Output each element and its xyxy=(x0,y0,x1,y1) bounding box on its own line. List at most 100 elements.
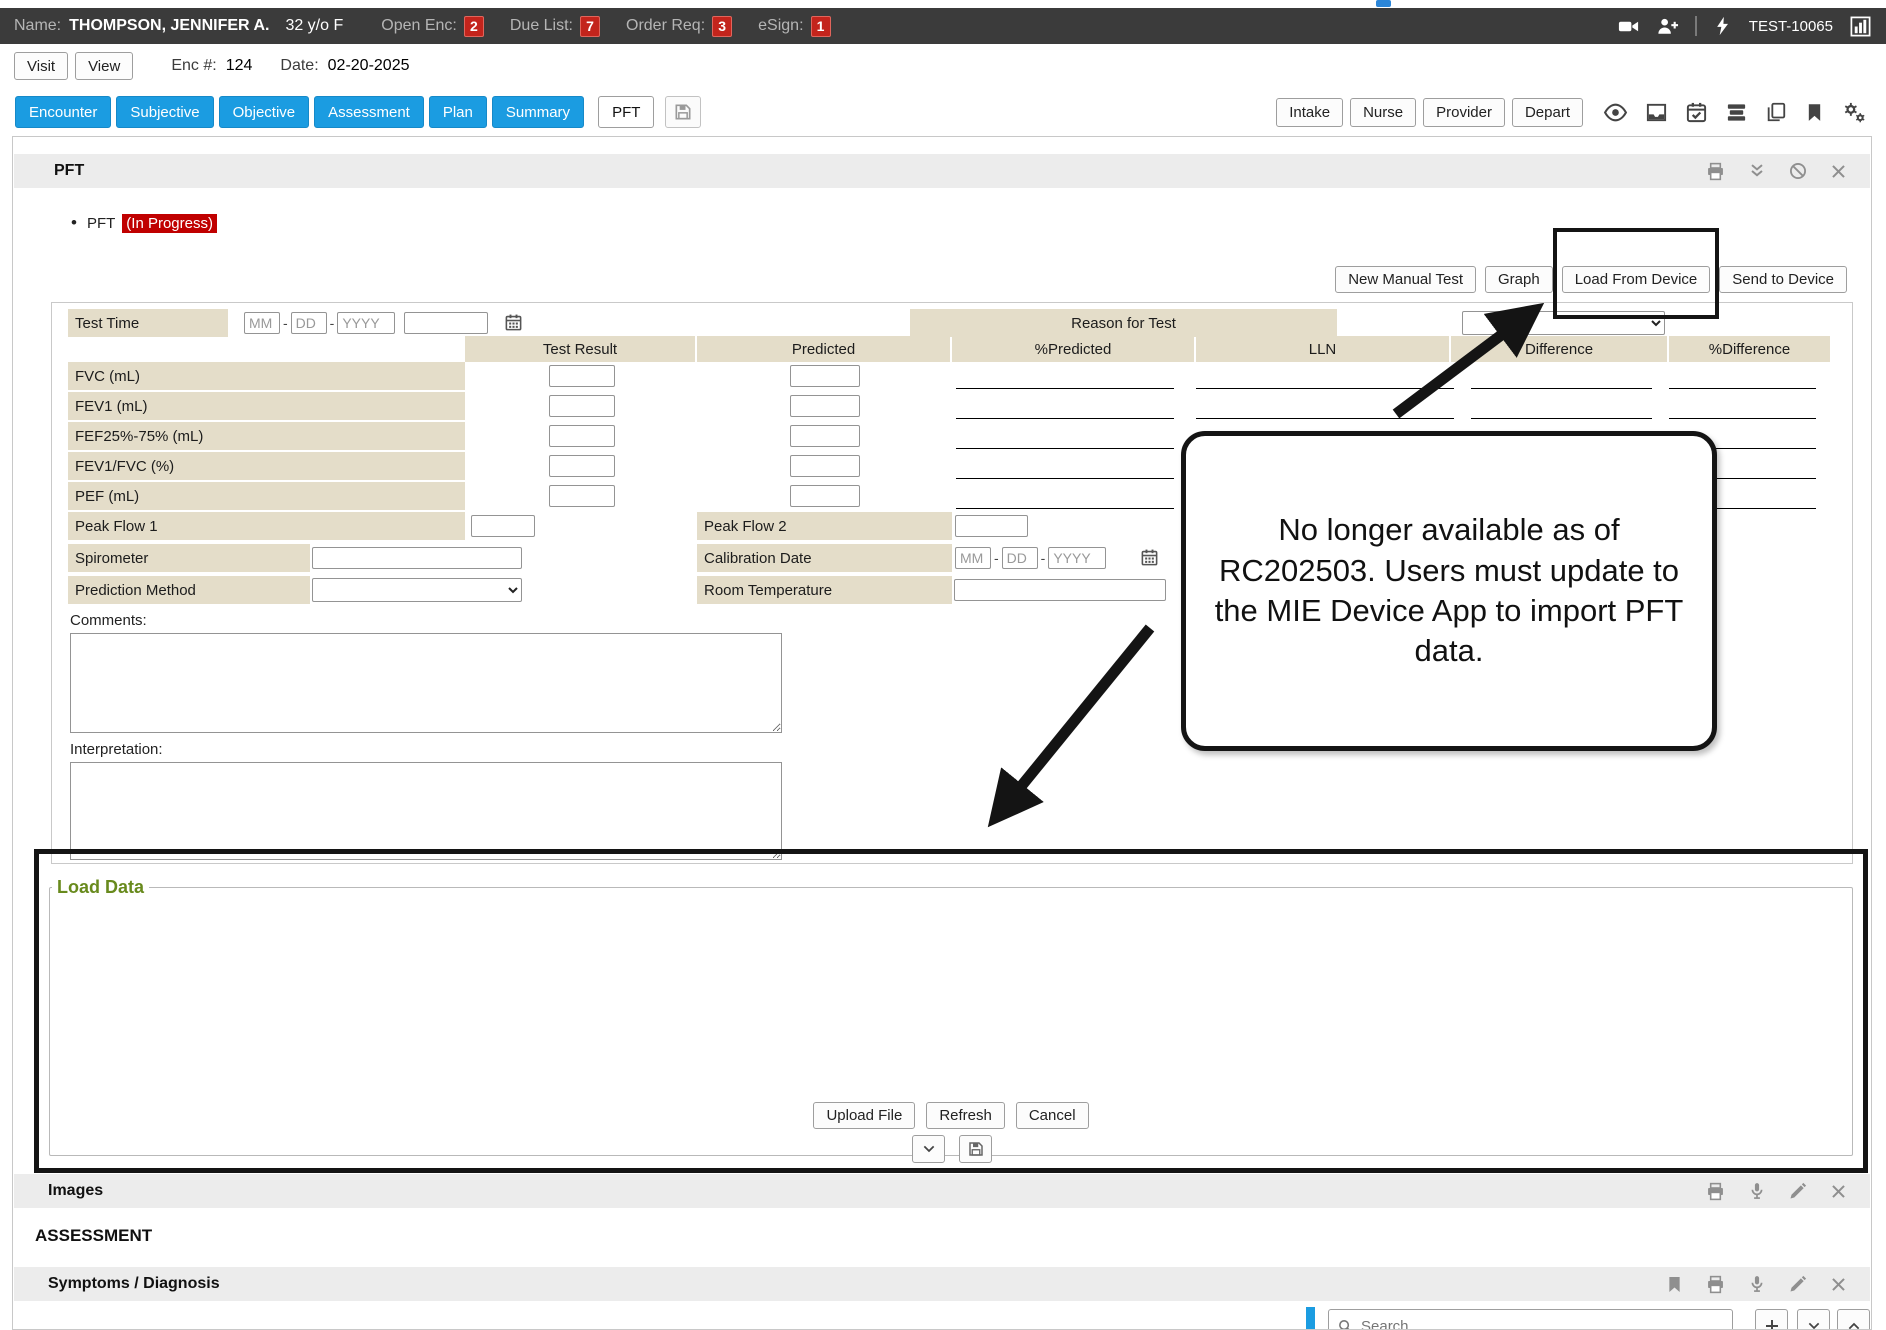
col-header-test-result: Test Result xyxy=(465,336,695,362)
pencil-icon[interactable] xyxy=(1788,1274,1808,1294)
fef-predicted-input[interactable] xyxy=(790,425,860,447)
visit-button[interactable]: Visit xyxy=(14,52,68,80)
graph-button[interactable]: Graph xyxy=(1485,266,1553,293)
test-time-dd-input[interactable] xyxy=(291,312,327,334)
print-icon[interactable] xyxy=(1705,161,1726,182)
due-list-badge[interactable]: 7 xyxy=(580,16,600,37)
load-from-device-button[interactable]: Load From Device xyxy=(1562,266,1711,293)
fef-test-result-input[interactable] xyxy=(549,425,615,447)
pef-predicted-input[interactable] xyxy=(790,485,860,507)
test-time-time-input[interactable] xyxy=(404,312,488,334)
refresh-button[interactable]: Refresh xyxy=(926,1102,1005,1129)
pencil-icon[interactable] xyxy=(1788,1181,1808,1201)
eye-icon[interactable] xyxy=(1603,100,1628,125)
video-icon[interactable] xyxy=(1617,15,1640,38)
tab-assessment[interactable]: Assessment xyxy=(314,96,424,128)
test-time-yyyy-input[interactable] xyxy=(337,312,395,334)
mic-icon[interactable] xyxy=(1747,1274,1767,1294)
calibration-mm-input[interactable] xyxy=(955,547,991,569)
value-line xyxy=(1196,418,1454,419)
collapse-icon[interactable] xyxy=(1747,161,1767,181)
calendar-picker-icon[interactable] xyxy=(504,313,523,332)
patient-name[interactable]: THOMPSON, JENNIFER A. xyxy=(69,17,269,35)
chart-icon[interactable] xyxy=(1849,15,1872,38)
open-enc-badge[interactable]: 2 xyxy=(464,16,484,37)
print-icon[interactable] xyxy=(1705,1181,1726,1202)
note-section-tabs: Encounter Subjective Objective Assessmen… xyxy=(15,96,701,128)
fev1fvc-predicted-input[interactable] xyxy=(790,455,860,477)
calendar-picker-icon[interactable] xyxy=(1140,548,1159,567)
intake-button[interactable]: Intake xyxy=(1276,98,1343,127)
calendar-icon[interactable] xyxy=(1685,101,1708,124)
close-icon[interactable] xyxy=(1829,162,1848,181)
value-line xyxy=(956,508,1174,509)
symptoms-section-title: Symptoms / Diagnosis xyxy=(48,1275,220,1293)
section-mini-buttons xyxy=(912,1135,992,1163)
fvc-predicted-input[interactable] xyxy=(790,365,860,387)
tab-subjective[interactable]: Subjective xyxy=(116,96,213,128)
reason-for-test-select[interactable] xyxy=(1462,311,1665,335)
tab-summary[interactable]: Summary xyxy=(492,96,584,128)
annotation-callout: No longer available as of RC202503. User… xyxy=(1181,431,1717,751)
comments-textarea[interactable] xyxy=(70,633,782,733)
add-diagnosis-button[interactable] xyxy=(1755,1309,1788,1330)
interpretation-textarea[interactable] xyxy=(70,762,782,860)
calibration-dd-input[interactable] xyxy=(1002,547,1038,569)
nurse-button[interactable]: Nurse xyxy=(1350,98,1416,127)
peak-flow-1-label: Peak Flow 1 xyxy=(68,512,465,540)
upload-file-button[interactable]: Upload File xyxy=(813,1102,915,1129)
pft-action-row: New Manual Test Graph Load From Device S… xyxy=(1335,266,1847,293)
room-temperature-input[interactable] xyxy=(954,579,1166,601)
save-section-button[interactable] xyxy=(959,1135,992,1163)
load-data-panel: Load Data Upload File Refresh Cancel xyxy=(49,877,1853,1156)
block-icon[interactable] xyxy=(1788,161,1808,181)
fvc-test-result-input[interactable] xyxy=(549,365,615,387)
inbox-icon[interactable] xyxy=(1645,101,1668,124)
lightning-icon[interactable] xyxy=(1713,16,1733,36)
peak-flow-2-input[interactable] xyxy=(955,515,1028,537)
mic-icon[interactable] xyxy=(1747,1181,1767,1201)
send-to-device-button[interactable]: Send to Device xyxy=(1719,266,1847,293)
bookmark-icon[interactable] xyxy=(1804,102,1825,123)
collapse-section-button[interactable] xyxy=(912,1135,945,1163)
spirometer-input[interactable] xyxy=(312,547,522,569)
close-icon[interactable] xyxy=(1829,1182,1848,1201)
calibration-yyyy-input[interactable] xyxy=(1048,547,1106,569)
save-note-button[interactable] xyxy=(665,96,701,128)
fev1fvc-test-result-input[interactable] xyxy=(549,455,615,477)
add-person-icon[interactable] xyxy=(1656,15,1679,38)
tab-encounter[interactable]: Encounter xyxy=(15,96,111,128)
tab-pft-active[interactable]: PFT xyxy=(598,96,654,128)
search-input[interactable] xyxy=(1361,1318,1732,1330)
expand-button[interactable] xyxy=(1797,1309,1830,1330)
gears-icon[interactable] xyxy=(1842,100,1867,125)
chevron-down-icon xyxy=(921,1141,937,1157)
value-line xyxy=(1669,388,1816,389)
esign-badge[interactable]: 1 xyxy=(811,16,831,37)
fev1-predicted-input[interactable] xyxy=(790,395,860,417)
tab-plan[interactable]: Plan xyxy=(429,96,487,128)
prediction-method-select[interactable] xyxy=(312,578,522,602)
print-icon[interactable] xyxy=(1705,1274,1726,1295)
test-time-mm-input[interactable] xyxy=(244,312,280,334)
browser-edge xyxy=(0,0,1886,8)
copy-icon[interactable] xyxy=(1765,101,1787,123)
symptoms-toolbar-partial xyxy=(13,1307,1871,1330)
collapse-button[interactable] xyxy=(1837,1309,1870,1330)
close-icon[interactable] xyxy=(1829,1275,1848,1294)
cancel-button[interactable]: Cancel xyxy=(1016,1102,1089,1129)
provider-button[interactable]: Provider xyxy=(1423,98,1505,127)
chevron-up-icon xyxy=(1846,1318,1862,1330)
peak-flow-1-input[interactable] xyxy=(471,515,535,537)
depart-button[interactable]: Depart xyxy=(1512,98,1583,127)
new-manual-test-button[interactable]: New Manual Test xyxy=(1335,266,1476,293)
pft-link[interactable]: PFT xyxy=(87,215,115,232)
tab-objective[interactable]: Objective xyxy=(219,96,310,128)
bookmark-icon[interactable] xyxy=(1665,1275,1684,1294)
view-button[interactable]: View xyxy=(75,52,133,80)
order-req-badge[interactable]: 3 xyxy=(712,16,732,37)
pef-test-result-input[interactable] xyxy=(549,485,615,507)
books-icon[interactable] xyxy=(1725,101,1748,124)
fev1-test-result-input[interactable] xyxy=(549,395,615,417)
order-req-label: Order Req: xyxy=(626,17,705,35)
